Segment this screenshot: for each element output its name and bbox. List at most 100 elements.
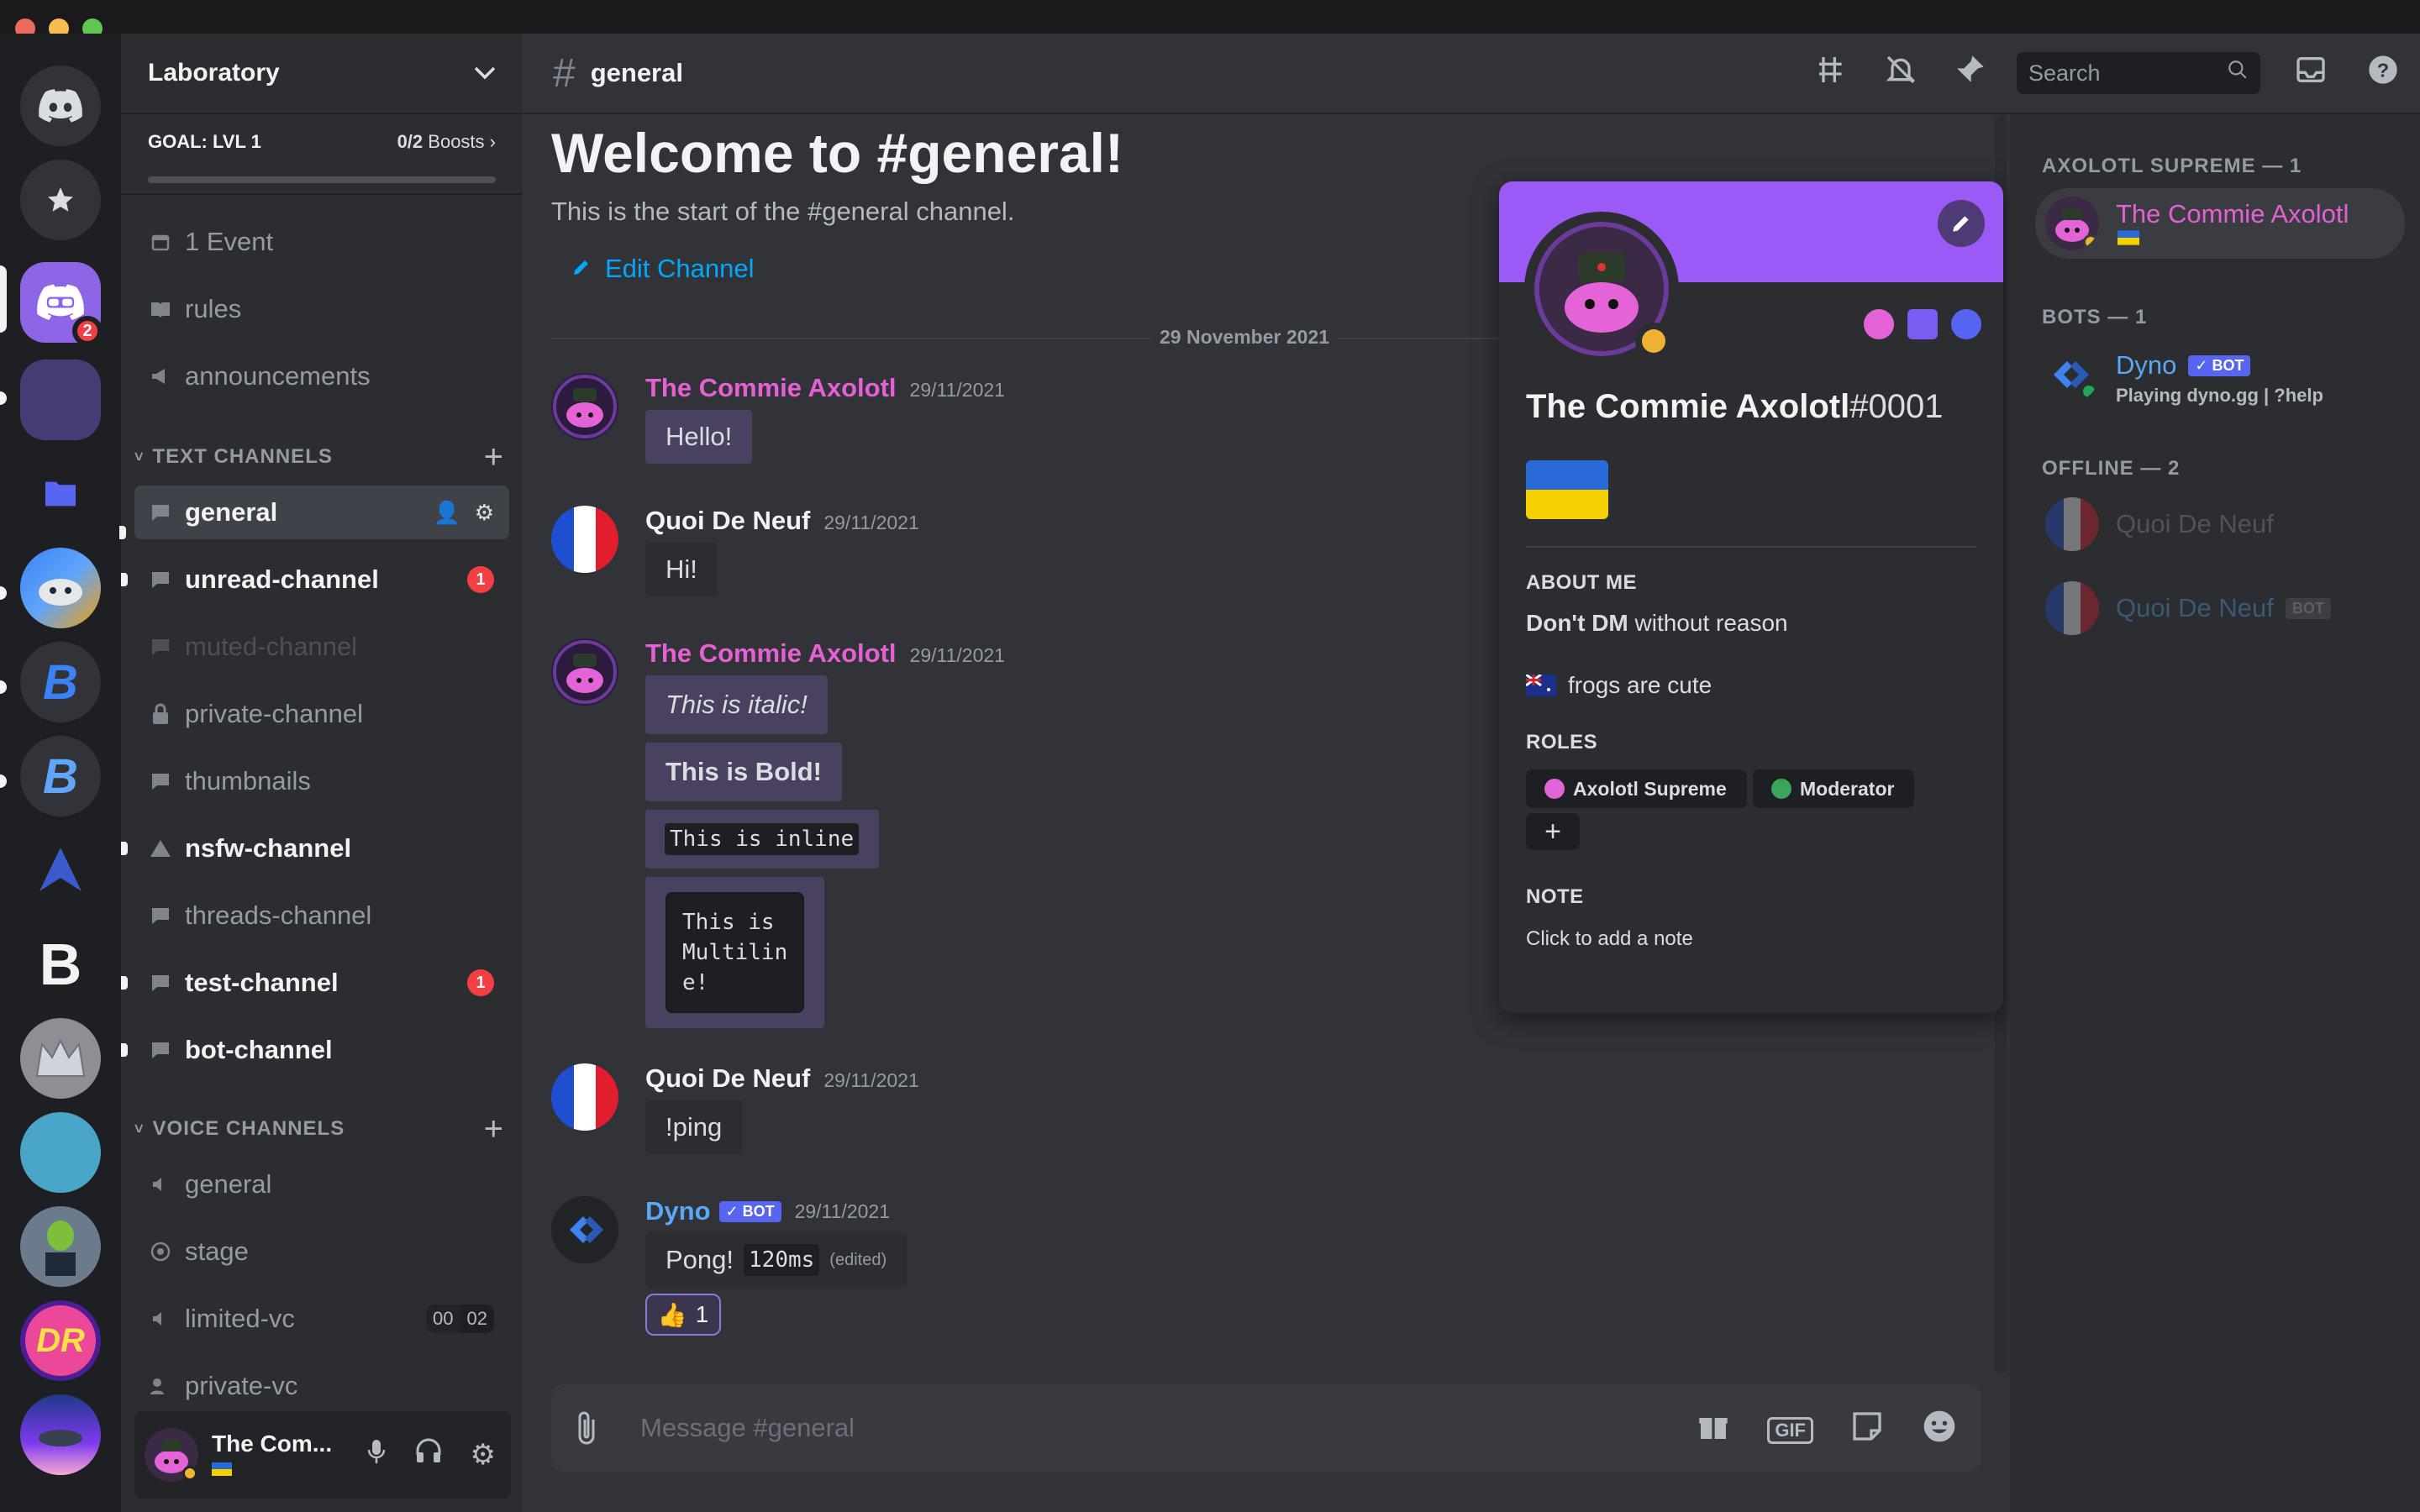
server-dr[interactable]: DR [20,1300,101,1381]
edit-profile-button[interactable] [1938,200,1985,247]
sticker-icon[interactable] [1850,1410,1884,1452]
avatar [2045,348,2099,402]
emoji-icon[interactable] [1921,1408,1958,1453]
role-axolotl-supreme[interactable]: Axolotl Supreme [1526,769,1747,808]
help-icon[interactable]: ? [2366,53,2400,94]
role-moderator[interactable]: Moderator [1753,769,1915,808]
member-category: BOTS — 1 [2042,306,2148,328]
message-author[interactable]: The Commie Axolotl [645,373,897,403]
inbox-icon[interactable] [2294,53,2328,94]
role-label: Axolotl Supreme [1573,777,1727,800]
warning-icon [148,836,173,861]
profile-avatar[interactable] [1524,212,1679,366]
channel-bot[interactable]: bot-channel [134,1023,509,1077]
server-wolf-avatar[interactable] [20,548,101,628]
server-purple[interactable] [20,360,101,440]
server-crown[interactable] [20,1018,101,1099]
gift-icon[interactable] [1697,1410,1730,1452]
invite-user-icon[interactable]: 👤 [434,500,460,526]
member-name: Quoi De Neuf [2116,593,2274,622]
channel-label: rules [185,294,242,323]
message-composer[interactable]: Message #general GIF [551,1384,1981,1472]
message-author[interactable]: Dyno [645,1196,711,1226]
create-channel-icon[interactable]: + [484,438,504,476]
text-channel-icon [148,769,173,794]
avatar[interactable] [551,506,618,573]
voice-channel-stage[interactable]: stage [134,1225,509,1278]
voice-channel-general[interactable]: general [134,1158,509,1211]
server-cat[interactable] [20,1394,101,1475]
voice-channel-private[interactable]: private-vc [134,1359,509,1413]
headphones-icon[interactable] [415,1438,442,1472]
server-sketch[interactable] [20,1112,101,1193]
gear-icon[interactable]: ⚙ [475,500,494,526]
category-text-channels[interactable]: ˅ TEXT CHANNELS + [134,438,509,475]
edit-channel-link[interactable]: Edit Channel [571,254,755,284]
message-author[interactable]: Quoi De Neuf [645,1063,810,1094]
channel-threads[interactable]: threads-channel [134,889,509,942]
home-button[interactable] [20,66,101,146]
boost-goal[interactable]: GOAL: LVL 1 0/2 Boosts › [121,114,523,195]
channel-thumbnails[interactable]: thumbnails [134,754,509,808]
avatar[interactable] [551,638,618,706]
message-author[interactable]: Quoi De Neuf [645,506,810,536]
channel-unread[interactable]: unread-channel 1 [134,553,509,606]
attach-icon[interactable] [575,1410,600,1455]
australia-flag-icon [1526,675,1556,696]
microphone-icon[interactable] [366,1438,387,1472]
settings-gear-icon[interactable]: ⚙ [471,1438,496,1472]
pin-icon[interactable] [1953,53,1986,94]
voice-channel-limited[interactable]: limited-vc 00 02 [134,1292,509,1346]
server-frog-suit[interactable] [20,1206,101,1287]
server-b3-white[interactable]: B [20,924,101,1005]
channel-muted[interactable]: muted-channel [134,620,509,674]
create-channel-icon[interactable]: + [484,1110,504,1148]
member-item[interactable]: The Commie Axolotl [2035,188,2405,259]
unread-server-indicator [0,391,7,405]
channel-label: general [185,497,278,527]
avatar[interactable] [145,1428,198,1482]
avatar [2045,581,2099,635]
about-me-text: Don't DM without reason [1526,610,1788,637]
channel-announcements[interactable]: announcements [134,349,509,403]
channel-title: general [590,58,683,87]
channel-general[interactable]: general 👤 ⚙ [134,486,509,539]
hypesquad-badge-icon[interactable] [1907,309,1938,339]
folder-icon[interactable] [20,454,101,534]
category-voice-channels[interactable]: ˅ VOICE CHANNELS + [134,1110,509,1147]
member-item[interactable]: Quoi De Neuf [2035,489,2405,559]
server-b3-blue[interactable]: B [20,642,101,722]
gif-button[interactable]: GIF [1767,1417,1813,1444]
notification-bell-muted-icon[interactable] [1884,53,1918,94]
search-input[interactable]: Search [2017,52,2260,94]
ukraine-flag-icon [2118,230,2139,245]
avatar[interactable] [551,373,618,440]
server-header[interactable]: Laboratory [121,34,523,114]
username: The Com... [212,1430,333,1457]
channel-test[interactable]: test-channel 1 [134,956,509,1010]
server-b3-dark[interactable]: B [20,736,101,816]
server-dragon[interactable] [20,830,101,911]
message-codeblock: This is Multilin e! [666,892,805,1013]
avatar[interactable] [551,1196,618,1263]
avatar[interactable] [551,1063,618,1131]
note-input[interactable]: Click to add a note [1526,927,1693,951]
chevron-down-icon [474,66,496,80]
pencil-icon [1953,216,1969,232]
message-input[interactable]: Message #general [640,1413,855,1443]
member-item[interactable]: Quoi De Neuf BOT [2035,573,2405,643]
boost-badge-icon[interactable] [1951,309,1981,339]
add-role-button[interactable]: + [1526,813,1580,850]
reaction-count: 1 [695,1301,709,1327]
events-item[interactable]: 1 Event [134,215,509,269]
nitro-badge-icon[interactable] [1864,309,1894,339]
reaction-thumbs-up[interactable]: 👍 1 [645,1294,721,1336]
discord-logo-icon [39,89,82,123]
threads-icon[interactable] [1815,53,1849,94]
member-item[interactable]: Dyno ✓ BOT Playing dyno.gg | ?help [2035,339,2405,410]
channel-rules[interactable]: rules [134,282,509,336]
message-author[interactable]: The Commie Axolotl [645,638,897,669]
channel-nsfw[interactable]: nsfw-channel [134,822,509,875]
discovery-button[interactable] [20,160,101,240]
channel-private[interactable]: private-channel [134,687,509,741]
